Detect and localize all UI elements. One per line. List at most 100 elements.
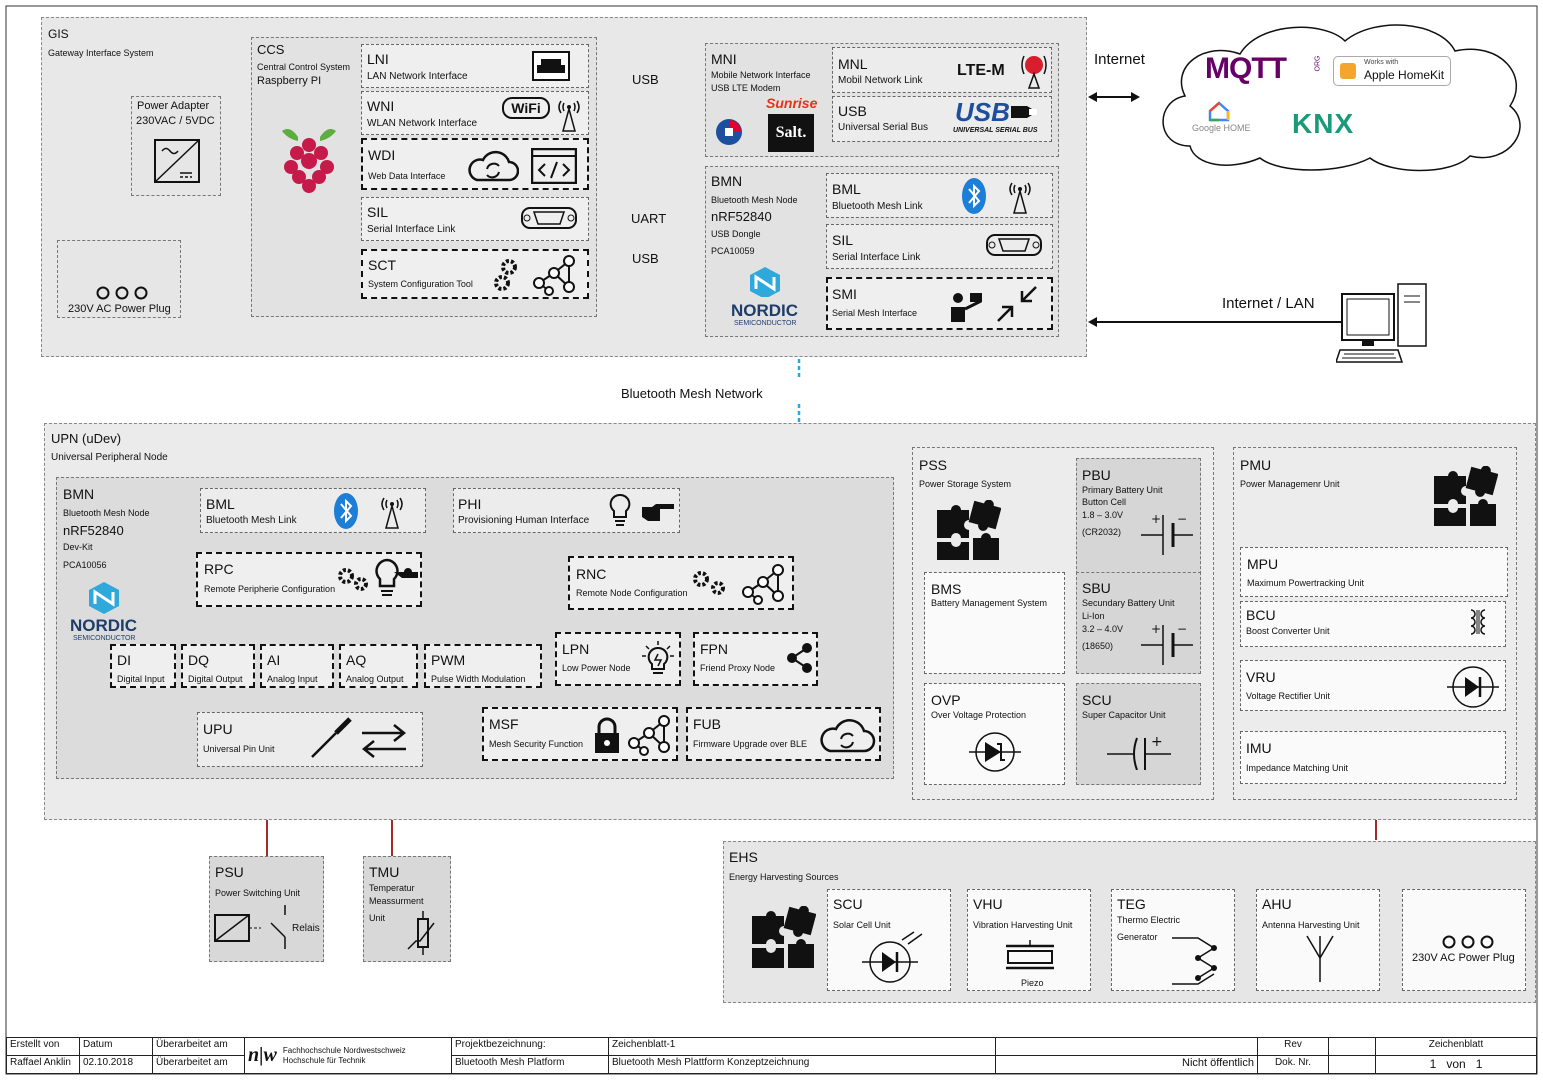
lni-block: LNI LAN Network Interface xyxy=(361,44,589,88)
pointing-hand-icon xyxy=(642,504,674,521)
sct-name: System Configuration Tool xyxy=(368,279,473,289)
upn-bmn-code: BMN xyxy=(63,486,95,502)
upn-bml-code: BML xyxy=(206,496,235,512)
upu-code: UPU xyxy=(203,721,233,737)
thermocouple-icon xyxy=(1172,937,1217,985)
pwm-block: PWM Pulse Width Modulation xyxy=(424,644,542,688)
upn-code: UPN (uDev) xyxy=(51,431,122,446)
ai-block: AI Analog Input xyxy=(260,644,334,688)
mesh-network-icon xyxy=(742,564,784,605)
rpc-block: RPC Remote Peripherie Configuration xyxy=(196,552,422,607)
lpn-code: LPN xyxy=(562,641,590,657)
serial-port-icon xyxy=(521,207,577,229)
rpc-code: RPC xyxy=(204,561,234,577)
sunrise-logo-icon: Sunrise xyxy=(766,95,818,111)
gis-bml-code: BML xyxy=(832,181,861,197)
pbu-l1: Primary Battery Unit xyxy=(1082,485,1163,495)
power-plug-icon xyxy=(96,286,148,300)
phi-name: Provisioning Human Interface xyxy=(458,515,590,526)
usb-code: USB xyxy=(838,103,867,119)
google-home-label: Google HOME xyxy=(1192,123,1251,133)
psu-code: PSU xyxy=(215,864,244,880)
puzzle-icon xyxy=(752,906,816,968)
tb-zeichnung: Bluetooth Mesh Plattform Konzeptzeichnun… xyxy=(608,1055,996,1074)
imu-code: IMU xyxy=(1246,740,1272,756)
tb-school-cell: n|w Fachhochschule Nordwestschweiz Hochs… xyxy=(244,1037,452,1074)
gis-sil2-name: Serial Interface Link xyxy=(832,252,921,263)
mpu-block: MPU Maximum Powertracking Unit xyxy=(1240,547,1508,597)
sbu-block: SBU Secundary Battery Unit Li-Ion 3.2 – … xyxy=(1076,572,1201,674)
power-plug-icon xyxy=(1442,935,1494,949)
msf-name: Mesh Security Function xyxy=(489,739,584,749)
internet-cloud-icon xyxy=(1162,24,1521,172)
gis-bmn-chip: nRF52840 xyxy=(711,209,772,224)
pbu-l4: (CR2032) xyxy=(1082,527,1122,537)
fhnw-logo-icon: n|w xyxy=(248,1044,277,1066)
msf-code: MSF xyxy=(489,716,519,732)
battery-symbol-icon: + − xyxy=(1141,622,1193,665)
gis-bmn-board: USB Dongle xyxy=(711,229,761,239)
ahu-name: Antenna Harvesting Unit xyxy=(1262,920,1360,930)
ai-code: AI xyxy=(267,652,281,668)
upn-bml-block: BML Bluetooth Mesh Link xyxy=(200,488,426,533)
diode-icon xyxy=(1447,666,1499,708)
homekit-text: Apple HomeKit xyxy=(1364,68,1445,82)
antenna-symbol-icon xyxy=(1306,935,1334,982)
ehs-power-plug-label: 230V AC Power Plug xyxy=(1412,952,1515,964)
vru-name: Voltage Rectifier Unit xyxy=(1246,691,1331,701)
ehs-scu-code: SCU xyxy=(833,896,863,912)
pss-scu-code: SCU xyxy=(1082,692,1112,708)
pbu-code: PBU xyxy=(1082,467,1111,483)
dq-code: DQ xyxy=(188,652,209,668)
wdi-name: Web Data Interface xyxy=(368,171,446,181)
antenna-icon xyxy=(558,100,580,132)
ccs-sub: Raspberry PI xyxy=(257,75,322,87)
nordic-logo-icon xyxy=(89,582,119,614)
mqtt-logo-sub: ORG xyxy=(1314,55,1322,72)
gis-name: Gateway Interface System xyxy=(48,48,154,58)
mni-name: Mobile Network Interface xyxy=(711,70,811,80)
vhu-name: Vibration Harvesting Unit xyxy=(973,920,1073,930)
aq-code: AQ xyxy=(346,652,367,668)
psu-block: PSU Power Switching Unit Relais xyxy=(209,856,324,962)
tb-ueberarbeitet1: Überarbeitet am xyxy=(152,1037,245,1056)
sbu-l2: Li-Ion xyxy=(1082,611,1105,621)
svg-text:+: + xyxy=(1151,512,1161,526)
gears-icon xyxy=(338,568,368,591)
ethernet-port-icon xyxy=(532,51,570,81)
cloud-sync-icon xyxy=(468,150,519,182)
sbu-code: SBU xyxy=(1082,580,1111,596)
upn-bml-name: Bluetooth Mesh Link xyxy=(206,515,297,526)
share-icon xyxy=(787,643,812,673)
tmu-l1: Temperatur xyxy=(369,883,415,893)
gis-nordic-brand-sub: SEMICONDUCTOR xyxy=(734,320,797,327)
usb-name: Universal Serial Bus xyxy=(838,122,929,133)
bcu-code: BCU xyxy=(1246,607,1276,623)
sct-block: SCT System Configuration Tool xyxy=(361,249,589,299)
tb-zeichenblatt-label: Zeichenblatt-1 xyxy=(608,1037,996,1056)
gis-power-plug: 230V AC Power Plug xyxy=(57,240,181,318)
relay-icon xyxy=(214,905,286,949)
cloud-sync-icon xyxy=(820,719,876,753)
raspberry-pi-icon xyxy=(282,129,336,193)
relais-label: Relais xyxy=(292,923,320,934)
homekit-logo-icon xyxy=(1340,63,1356,79)
tb-rev-label: Rev xyxy=(1257,1037,1329,1056)
sbu-l3: 3.2 – 4.0V xyxy=(1082,624,1124,634)
ahu-code: AHU xyxy=(1262,896,1292,912)
vru-code: VRU xyxy=(1246,669,1276,685)
pbu-l3: 1.8 – 3.0V xyxy=(1082,510,1124,520)
tb-erstellt-label: Erstellt von xyxy=(6,1037,80,1056)
ai-name: Analog Input xyxy=(267,674,318,684)
tb-blatt-label: Zeichenblatt xyxy=(1375,1037,1537,1056)
homekit-badge: Works with Apple HomeKit xyxy=(1333,56,1451,86)
lpn-name: Low Power Node xyxy=(562,663,631,673)
swisscom-logo-icon xyxy=(716,119,742,145)
antenna-icon xyxy=(381,497,403,529)
mpu-name: Maximum Powertracking Unit xyxy=(1247,578,1365,588)
di-code: DI xyxy=(117,652,131,668)
rnc-name: Remote Node Configuration xyxy=(576,588,688,598)
upn-bmn-board: Dev-Kit xyxy=(63,542,93,552)
lte-m-logo-icon: LTE-M xyxy=(957,62,1005,79)
screwdriver-icon xyxy=(311,717,352,758)
